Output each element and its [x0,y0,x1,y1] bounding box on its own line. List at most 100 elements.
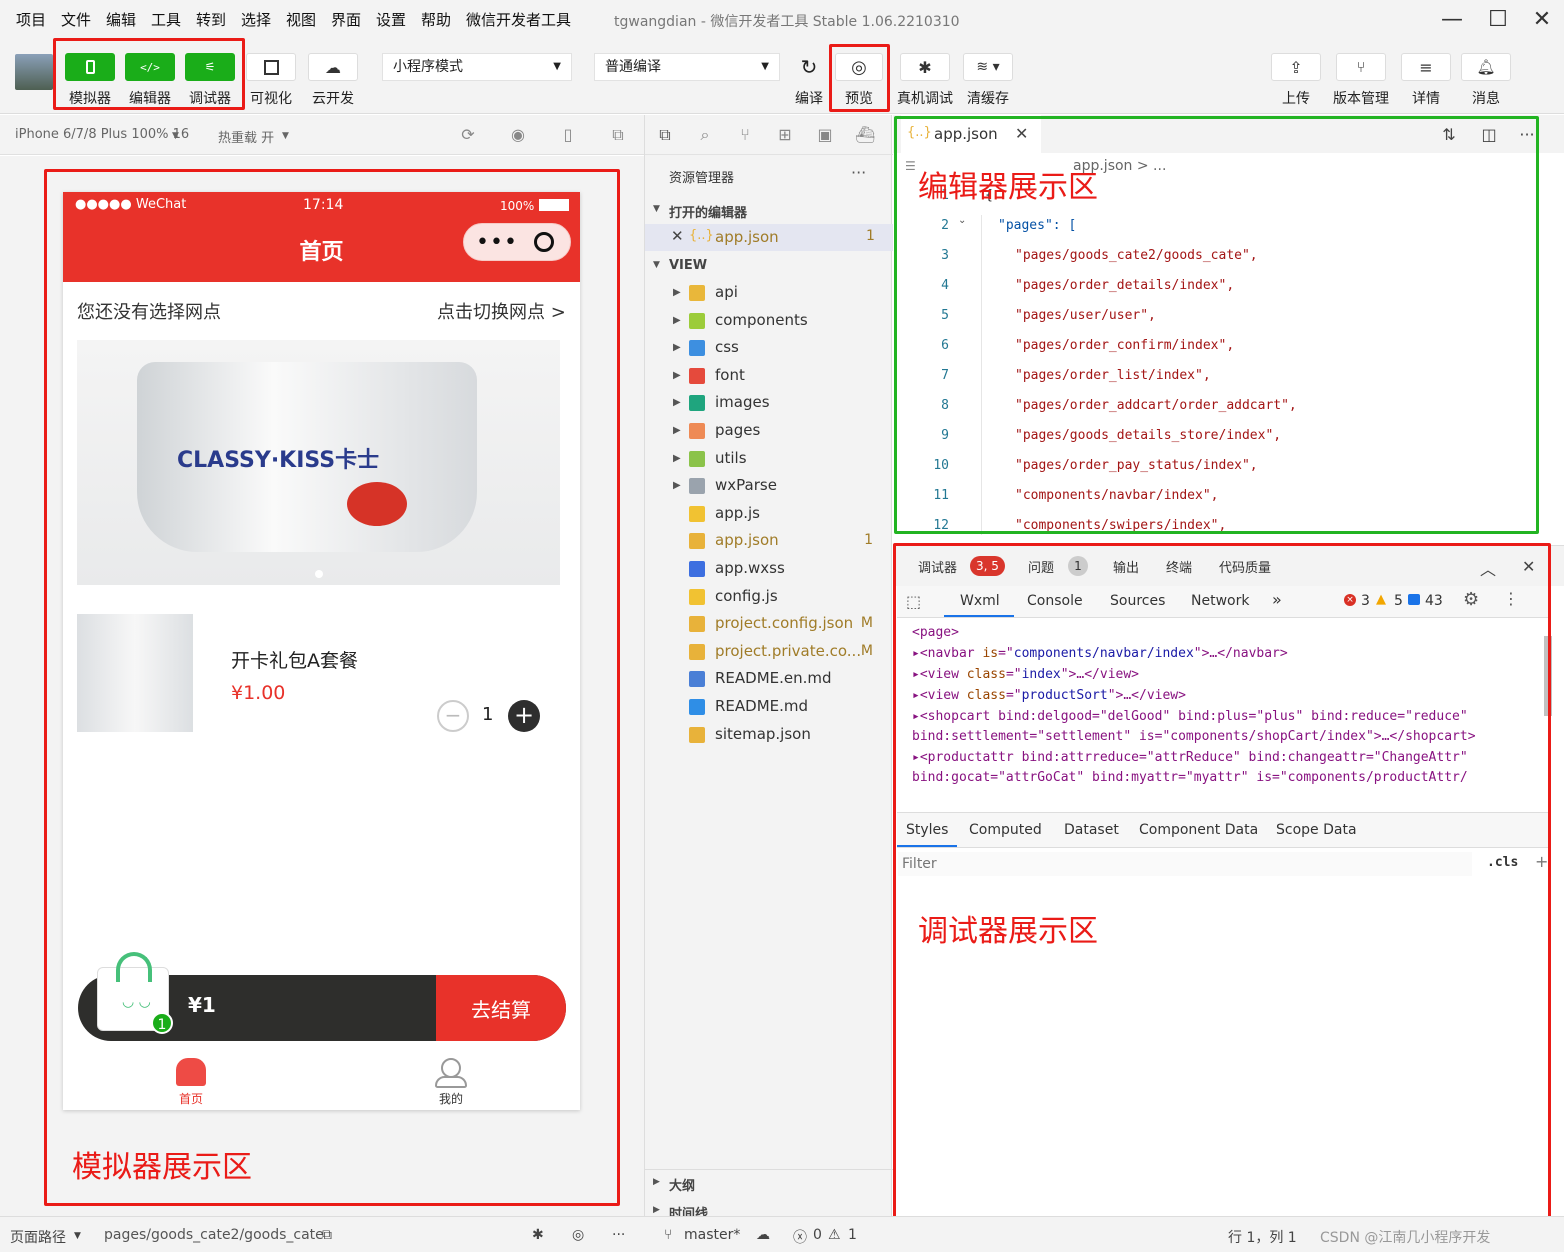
file-item[interactable]: config.js [645,583,893,610]
chevron-right-icon[interactable]: ▶ [673,472,681,499]
clear-cache-button[interactable]: ≋ ▾ [963,53,1013,81]
caret-down-icon: ▼ [172,131,179,141]
folder-item[interactable]: ▶ components [645,307,893,334]
git-status-badge: M [860,642,873,659]
docker-icon[interactable]: ⛴ [855,125,875,145]
menu-item-tools[interactable]: 工具 [151,9,181,30]
menu-item-settings[interactable]: 设置 [376,9,406,30]
menu-item-goto[interactable]: 转到 [196,9,226,30]
eye-icon[interactable]: ◎ [572,1227,584,1243]
minimize-icon[interactable]: — [1438,6,1466,34]
menu-item-file[interactable]: 文件 [61,9,91,30]
avatar[interactable] [15,54,53,90]
simulator-annotation: 模拟器展示区 [72,1150,252,1185]
more-icon[interactable]: ··· [851,163,866,182]
popout-icon[interactable]: ⧉ [608,125,628,145]
more-icon[interactable]: ··· [612,1227,625,1243]
compile-select[interactable]: 普通编译 ▼ [594,53,780,81]
file-icon [689,671,705,688]
extensions-icon[interactable]: ⊞ [775,125,795,145]
open-editors-header[interactable]: 打开的编辑器 [669,202,747,221]
menu-item-edit[interactable]: 编辑 [106,9,136,30]
folder-item[interactable]: ▶ api [645,279,893,306]
folder-icon [689,367,705,384]
chevron-down-icon[interactable]: ▼ [653,260,660,270]
chevron-right-icon[interactable]: ▶ [673,445,681,472]
page-path-label[interactable]: 页面路径 [10,1227,66,1247]
device-select[interactable]: iPhone 6/7/8 Plus 100% 16 [15,127,189,142]
status-bar: 页面路径 ▼ pages/goods_cate2/goods_cate ⧉ ✱ … [0,1216,1564,1252]
file-item[interactable]: README.md [645,693,893,720]
chevron-down-icon[interactable]: ▼ [653,204,660,214]
visual-button[interactable] [246,53,296,81]
stop-icon[interactable]: ◉ [508,125,528,145]
open-file-badge: 1 [866,228,875,244]
file-item[interactable]: app.json 1 [645,527,893,554]
cloud-button[interactable]: ☁ [308,53,358,81]
folder-item[interactable]: ▶ font [645,362,893,389]
messages-button[interactable]: 🔔︎ [1461,53,1511,81]
search-icon[interactable]: ⌕ [695,125,715,145]
version-button[interactable]: ⑂ [1336,53,1386,81]
folder-item[interactable]: ▶ wxParse [645,472,893,499]
save-icon[interactable]: ▣ [815,125,835,145]
folder-item[interactable]: ▶ css [645,334,893,361]
file-name: components [715,310,808,329]
source-control-icon[interactable]: ⑂ [735,125,755,145]
close-icon[interactable]: ✕ [671,227,684,245]
menu-item-select[interactable]: 选择 [241,9,271,30]
file-icon [689,616,705,633]
chevron-right-icon[interactable]: ▶ [673,417,681,444]
chevron-right-icon[interactable]: ▶ [653,1177,660,1187]
warning-count[interactable]: 1 [848,1227,857,1243]
hot-reload-toggle[interactable]: 热重载 开 [218,127,274,146]
phone-icon[interactable]: ▯ [558,125,578,145]
file-name: config.js [715,586,778,605]
file-item[interactable]: project.config.json M [645,610,893,637]
copy-icon[interactable]: ⧉ [322,1227,332,1243]
chevron-right-icon[interactable]: ▶ [673,362,681,389]
file-item[interactable]: sitemap.json [645,721,893,748]
file-name: wxParse [715,476,777,495]
file-name: project.config.json [715,614,854,633]
sync-icon[interactable]: ☁ [756,1227,770,1243]
refresh-icon[interactable]: ↻ [792,53,826,81]
maximize-icon[interactable]: ☐ [1484,6,1512,34]
files-icon[interactable]: ⧉ [655,125,675,145]
mode-select[interactable]: 小程序模式 ▼ [382,53,572,81]
folder-icon [689,423,705,439]
open-editor-item[interactable]: ✕ {..} app.json 1 [645,224,893,251]
details-button[interactable]: ≡ [1401,53,1451,81]
git-branch[interactable]: master* [684,1227,740,1243]
file-icon [689,561,705,577]
menu-item-project[interactable]: 项目 [16,9,46,30]
caret-down-icon: ▼ [553,61,561,72]
outline-header[interactable]: 大纲 [669,1175,695,1194]
file-item[interactable]: app.wxss [645,555,893,582]
chevron-right-icon[interactable]: ▶ [673,389,681,416]
branch-icon: ⑂ [664,1227,673,1243]
file-item[interactable]: README.en.md [645,665,893,692]
menu-item-interface[interactable]: 界面 [331,9,361,30]
bug-icon[interactable]: ✱ [532,1227,544,1243]
file-item[interactable]: app.js [645,500,893,527]
menu-item-view[interactable]: 视图 [286,9,316,30]
folder-item[interactable]: ▶ images [645,389,893,416]
folder-item[interactable]: ▶ utils [645,445,893,472]
folder-icon [689,450,705,467]
error-count[interactable]: 0 [813,1227,822,1243]
chevron-right-icon[interactable]: ▶ [673,279,681,306]
chevron-right-icon[interactable]: ▶ [673,334,681,361]
cursor-position[interactable]: 行 1，列 1 [1228,1227,1297,1247]
folder-item[interactable]: ▶ pages [645,417,893,444]
rotate-icon[interactable]: ⟳ [458,125,478,145]
file-item[interactable]: project.private.co... M [645,638,893,665]
chevron-right-icon[interactable]: ▶ [653,1205,660,1215]
upload-button[interactable]: ⇪ [1271,53,1321,81]
close-icon[interactable]: ✕ [1528,6,1556,34]
menu-item-devtools[interactable]: 微信开发者工具 [466,9,571,30]
view-section-header[interactable]: VIEW [669,258,707,273]
chevron-right-icon[interactable]: ▶ [673,307,681,334]
remote-debug-button[interactable]: ✱ [900,53,950,81]
menu-item-help[interactable]: 帮助 [421,9,451,30]
